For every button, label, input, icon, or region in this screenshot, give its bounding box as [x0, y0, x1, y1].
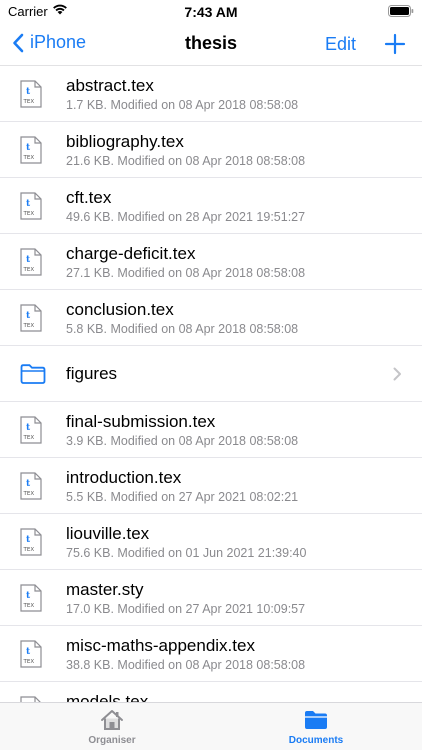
tex-file-icon-label: TEX	[23, 211, 35, 217]
plus-icon	[384, 33, 406, 55]
tab-bar: Organiser Documents	[0, 702, 422, 750]
file-row[interactable]: t TEX charge-deficit.tex 27.1 KB. Modified …	[0, 234, 422, 290]
tab-organiser-label: Organiser	[88, 735, 136, 746]
item-name: abstract.tex	[66, 76, 154, 95]
tex-file-icon: tTEX	[20, 584, 42, 617]
clock: 7:43 AM	[184, 4, 238, 20]
add-button[interactable]	[384, 33, 406, 60]
tex-file-icon-label: TEX	[23, 547, 35, 553]
file-row[interactable]: t TEX bibliography.tex 21.6 KB. Modified on…	[0, 122, 422, 178]
tex-file-icon: tTEX	[20, 416, 42, 449]
battery-icon	[388, 5, 414, 20]
tex-file-icon: tTEX	[20, 136, 42, 169]
file-row[interactable]: t TEX cft.tex 49.6 KB. Modified on 28 Apr 2…	[0, 178, 422, 234]
file-row[interactable]: t TEX master.sty 17.0 KB. Modified on 27 Ap…	[0, 570, 422, 626]
item-details: 5.5 KB. Modified on 27 Apr 2021 08:02:21	[66, 490, 299, 504]
tab-organiser[interactable]: Organiser	[52, 709, 172, 746]
item-name: conclusion.tex	[66, 300, 174, 319]
folder-fill-icon	[305, 711, 327, 729]
tex-file-icon-label: TEX	[23, 323, 35, 329]
item-name: introduction.tex	[66, 468, 182, 487]
chevron-right-icon	[393, 367, 402, 386]
item-details: 75.6 KB. Modified on 01 Jun 2021 21:39:4…	[66, 546, 307, 560]
tab-documents-label: Documents	[288, 735, 344, 746]
tex-file-icon: tTEX	[20, 80, 42, 113]
file-row[interactable]: tTEXmodels.tex	[0, 682, 422, 702]
item-name: master.sty	[66, 580, 144, 599]
status-bar: Carrier 7:43 AM	[0, 0, 422, 24]
item-name: misc-maths-appendix.tex	[66, 636, 255, 655]
item-details: 27.1 KB. Modified on 08 Apr 2018 08:58:0…	[66, 266, 306, 280]
item-details: 21.6 KB. Modified on 08 Apr 2018 08:58:0…	[66, 154, 306, 168]
item-name: final-submission.tex	[66, 412, 216, 431]
item-name: bibliography.tex	[66, 132, 184, 151]
tex-file-icon-label: TEX	[23, 155, 35, 161]
tex-file-icon: tTEX	[20, 472, 42, 505]
tex-file-icon: tTEX	[20, 248, 42, 281]
tab-documents[interactable]: Documents	[256, 709, 376, 746]
navigation-bar: iPhone thesis Edit	[0, 24, 422, 66]
item-details: 49.6 KB. Modified on 28 Apr 2021 19:51:2…	[66, 210, 306, 224]
file-row[interactable]: t TEX liouville.tex 75.6 KB. Modified on 01…	[0, 514, 422, 570]
item-name: figures	[66, 364, 118, 383]
tex-file-icon-label: TEX	[23, 99, 35, 105]
item-details: 1.7 KB. Modified on 08 Apr 2018 08:58:08	[66, 98, 299, 112]
edit-button[interactable]: Edit	[325, 34, 356, 55]
tex-file-icon-label: TEX	[23, 491, 35, 497]
folder-icon	[20, 364, 46, 389]
tex-file-icon: tTEX	[20, 640, 42, 673]
tex-file-icon: tTEX	[20, 528, 42, 561]
file-row[interactable]: t TEX abstract.tex 1.7 KB. Modified on 08 A…	[0, 66, 422, 122]
tex-file-icon-label: TEX	[23, 659, 35, 665]
tex-file-icon-label: TEX	[23, 267, 35, 273]
tex-file-icon-label: TEX	[23, 435, 35, 441]
tex-file-icon-label: TEX	[23, 603, 35, 609]
file-row[interactable]: t TEX misc-maths-appendix.tex 38.8 KB. Modi…	[0, 626, 422, 682]
item-name: models.tex	[66, 692, 149, 702]
item-name: cft.tex	[66, 188, 112, 207]
tex-file-icon: tTEX	[20, 192, 42, 225]
file-row[interactable]: t TEX final-submission.tex 3.9 KB. Modified…	[0, 402, 422, 458]
item-name: charge-deficit.tex	[66, 244, 196, 263]
item-details: 3.9 KB. Modified on 08 Apr 2018 08:58:08	[66, 434, 299, 448]
item-details: 5.8 KB. Modified on 08 Apr 2018 08:58:08	[66, 322, 299, 336]
item-details: 38.8 KB. Modified on 08 Apr 2018 08:58:0…	[66, 658, 306, 672]
file-list: t TEX abstract.tex 1.7 KB. Modified on 08 A…	[0, 66, 422, 702]
tex-file-icon: tTEX	[20, 304, 42, 337]
file-row[interactable]: t TEX conclusion.tex 5.8 KB. Modified on 08…	[0, 290, 422, 346]
file-row[interactable]: t TEX introduction.tex 5.5 KB. Modified on …	[0, 458, 422, 514]
folder-row[interactable]: figures	[0, 346, 422, 402]
item-details: 17.0 KB. Modified on 27 Apr 2021 10:09:5…	[66, 602, 306, 616]
item-name: liouville.tex	[66, 524, 150, 543]
house-icon	[101, 710, 123, 730]
page-title: thesis	[184, 33, 238, 53]
